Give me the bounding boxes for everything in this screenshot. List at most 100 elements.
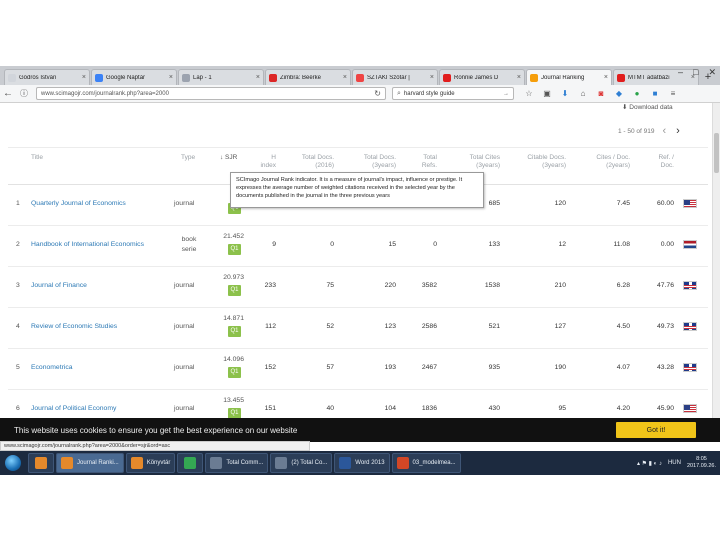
taskbar-item[interactable]: 03_modelmea... <box>391 453 461 473</box>
row-index: 5 <box>16 364 20 371</box>
tab-favicon-icon <box>530 73 538 82</box>
header-total-cites-3y[interactable]: Total Cites (3years) <box>460 154 500 171</box>
reload-icon[interactable]: ↻ <box>374 89 381 98</box>
shield-icon[interactable]: ◆ <box>614 89 624 98</box>
ref-per-doc: 43.28 <box>656 364 674 371</box>
url-text: www.scimagojr.com/journalrank.php?area=2… <box>41 90 169 97</box>
header-sjr[interactable]: ↓ SJR <box>220 154 237 162</box>
header-citable-docs-3y[interactable]: Citable Docs. (3years) <box>520 154 566 171</box>
minimize-icon[interactable]: ‒ <box>678 67 683 78</box>
pagination-text: 1 - 50 of 919 <box>618 127 655 135</box>
country-flag-icon <box>683 322 697 331</box>
tab-close-icon[interactable]: × <box>256 74 260 81</box>
header-h-index[interactable]: H index <box>256 154 276 171</box>
cites-per-doc: 6.28 <box>616 282 630 289</box>
h-index: 233 <box>264 282 276 289</box>
tab-close-icon[interactable]: × <box>430 74 434 81</box>
journal-title-link[interactable]: Handbook of International Economics <box>31 241 144 248</box>
browser-tab[interactable]: SZTAKI Szótár | × <box>352 69 438 85</box>
prev-page-icon[interactable]: ‹ <box>663 125 667 137</box>
tab-close-icon[interactable]: × <box>517 74 521 81</box>
taskbar-app-icon <box>275 457 288 469</box>
close-window-icon[interactable]: ✕ <box>708 67 716 78</box>
browser-tab[interactable]: Zimbra: Beérke × <box>265 69 351 85</box>
pocket-icon[interactable]: ◙ <box>596 89 606 98</box>
taskbar-item-label: Word 2013 <box>355 460 385 466</box>
cites-per-doc: 11.08 <box>613 241 630 248</box>
taskbar-item[interactable] <box>28 453 54 473</box>
tab-close-icon[interactable]: × <box>604 74 608 81</box>
header-type[interactable]: Type <box>181 154 195 162</box>
menu-icon[interactable]: ≡ <box>668 89 678 98</box>
home-icon[interactable]: ⌂ <box>578 89 588 98</box>
country-flag-icon <box>683 404 697 413</box>
tab-label: Lap - 1 <box>193 74 212 81</box>
taskbar-app-icon <box>184 457 197 469</box>
header-title[interactable]: Title <box>31 154 43 162</box>
browser-tab[interactable]: Ronnie James D × <box>439 69 525 85</box>
row-index: 6 <box>16 405 20 412</box>
download-data-button[interactable]: ⬇ Download data <box>622 103 673 111</box>
language-indicator[interactable]: HUN <box>668 460 681 466</box>
journal-title-link[interactable]: Journal of Political Economy <box>31 405 116 412</box>
search-bar[interactable]: ⌕ harvard style guide → <box>392 87 514 100</box>
browser-tab[interactable]: Google Naptár × <box>91 69 177 85</box>
browser-tab[interactable]: Journal Ranking × <box>526 69 612 85</box>
info-icon[interactable]: ⓘ <box>16 88 32 99</box>
header-ref-per-doc[interactable]: Ref. / Doc. <box>648 154 674 171</box>
search-go-icon[interactable]: → <box>503 91 509 97</box>
total-docs-2016: 40 <box>326 405 334 412</box>
journal-title-link[interactable]: Quarterly Journal of Economics <box>31 200 126 207</box>
taskbar-item[interactable] <box>177 453 204 473</box>
h-index: 151 <box>264 405 276 412</box>
back-icon[interactable]: ← <box>0 88 16 99</box>
total-docs-3y: 123 <box>384 323 396 330</box>
next-page-icon[interactable]: › <box>676 125 680 137</box>
total-refs: 0 <box>433 241 437 248</box>
sjr-tooltip: SCImago Journal Rank indicator. It is a … <box>230 172 484 208</box>
browser-tab[interactable]: Gödrös István × <box>4 69 90 85</box>
scrollbar-thumb[interactable] <box>714 133 719 173</box>
taskbar-item[interactable]: Journal Ranki... <box>56 453 124 473</box>
clock-time: 8:05 <box>696 456 707 463</box>
total-docs-2016: 52 <box>326 323 334 330</box>
page-scrollbar[interactable] <box>712 103 720 429</box>
journal-title-link[interactable]: Econometrica <box>31 364 73 371</box>
journal-title-link[interactable]: Review of Economic Studies <box>31 323 117 330</box>
cookie-banner: This website uses cookies to ensure you … <box>0 418 720 442</box>
adblock-icon[interactable]: ■ <box>650 89 660 98</box>
taskbar-item[interactable]: Word 2013 <box>334 453 390 473</box>
tab-close-icon[interactable]: × <box>343 74 347 81</box>
taskbar-item-label: Journal Ranki... <box>77 460 119 466</box>
taskbar-app-icon <box>396 457 409 469</box>
ghostery-icon[interactable]: ● <box>632 89 642 98</box>
header-total-docs-2016[interactable]: Total Docs. (2016) <box>298 154 334 171</box>
cookie-accept-button[interactable]: Got it! <box>616 422 696 438</box>
taskbar-item[interactable]: Total Comm... <box>205 453 269 473</box>
journal-type: journal <box>174 364 195 371</box>
header-total-refs[interactable]: Total Refs. <box>413 154 437 171</box>
tab-label: Journal Ranking <box>541 74 585 81</box>
taskbar-item[interactable]: Könyvtár <box>125 453 176 473</box>
start-button[interactable] <box>0 451 26 475</box>
clock[interactable]: 8:05 2017.09.26. <box>687 456 716 470</box>
browser-tab[interactable]: Lap - 1 × <box>178 69 264 85</box>
journal-title-link[interactable]: Journal of Finance <box>31 282 87 289</box>
star-icon[interactable]: ☆ <box>524 89 534 98</box>
tab-close-icon[interactable]: × <box>169 74 173 81</box>
header-total-docs-3y[interactable]: Total Docs. (3years) <box>358 154 396 171</box>
total-docs-2016: 57 <box>326 364 334 371</box>
cites-per-doc: 4.20 <box>616 405 630 412</box>
maximize-icon[interactable]: □ <box>693 67 698 78</box>
browser-nav-bar: ← ⓘ www.scimagojr.com/journalrank.php?ar… <box>0 85 720 103</box>
tray-icons[interactable]: ▴ ⚑ ▮ ◐ ♪ <box>637 460 662 467</box>
tab-close-icon[interactable]: × <box>82 74 86 81</box>
download-icon[interactable]: ⬇ <box>560 89 570 98</box>
citable-docs-3y: 12 <box>558 241 566 248</box>
taskbar-item[interactable]: (2) Total Co... <box>270 453 333 473</box>
clipboard-icon[interactable]: ▣ <box>542 89 552 98</box>
header-cites-per-doc[interactable]: Cites / Doc. (2years) <box>590 154 630 171</box>
table-row: 4 Review of Economic Studies journal 14.871… <box>8 308 708 349</box>
address-bar[interactable]: www.scimagojr.com/journalrank.php?area=2… <box>36 87 386 100</box>
total-cites-3y: 935 <box>488 364 500 371</box>
